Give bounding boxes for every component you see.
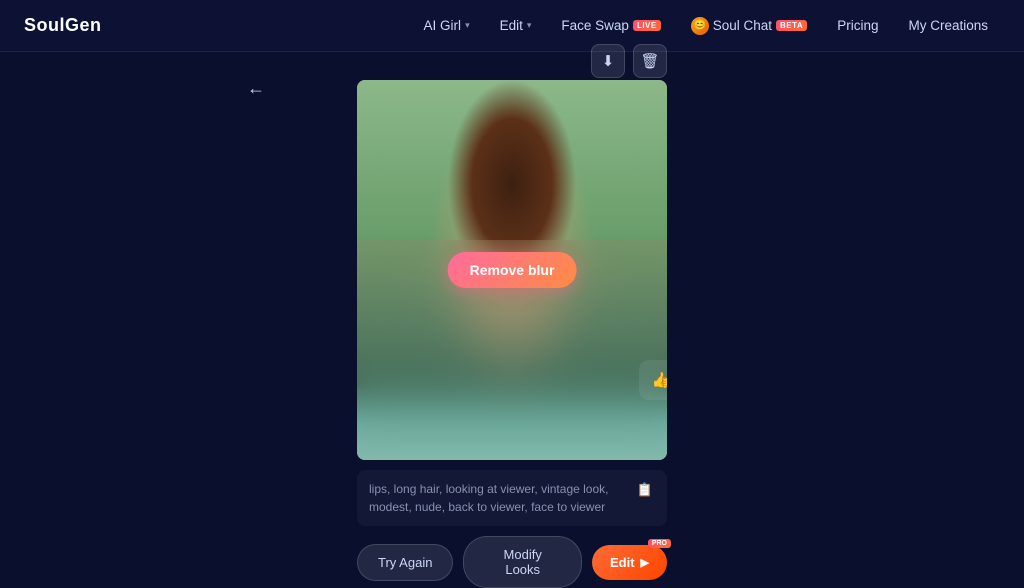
- remove-blur-button[interactable]: Remove blur: [448, 252, 577, 288]
- image-card: ⬇ 🗑 Remove blur 👍 👎: [357, 80, 667, 588]
- nav-item-my-creations[interactable]: My Creations: [896, 12, 1000, 39]
- nav-label-ai-girl: AI Girl: [424, 18, 462, 33]
- nav-items: AI Girl ▾ Edit ▾ Face Swap LIVE 😊 Soul C…: [412, 11, 1000, 41]
- navbar: SoulGen AI Girl ▾ Edit ▾ Face Swap LIVE …: [0, 0, 1024, 52]
- edit-button[interactable]: Edit ▶: [592, 545, 667, 580]
- modify-looks-button[interactable]: Modify Looks: [463, 536, 582, 588]
- nav-item-edit[interactable]: Edit ▾: [488, 12, 544, 39]
- nav-item-soul-chat[interactable]: 😊 Soul Chat BETA: [679, 11, 819, 41]
- live-badge: LIVE: [633, 20, 661, 31]
- edit-label: Edit: [610, 555, 635, 570]
- thumbs-up-icon: 👍: [652, 371, 667, 389]
- caption-text: lips, long hair, looking at viewer, vint…: [369, 480, 627, 516]
- content-wrapper: ⬇ 🗑 Remove blur 👍 👎: [357, 76, 667, 588]
- try-again-button[interactable]: Try Again: [357, 544, 453, 581]
- feedback-buttons: 👍 👎: [639, 360, 667, 400]
- nav-label-soul-chat: Soul Chat: [713, 18, 772, 33]
- thumbs-up-button[interactable]: 👍: [647, 366, 667, 394]
- edit-button-wrapper: Edit ▶ PRO: [592, 545, 667, 580]
- nav-item-pricing[interactable]: Pricing: [825, 12, 890, 39]
- nav-label-pricing: Pricing: [837, 18, 878, 33]
- nav-item-ai-girl[interactable]: AI Girl ▾: [412, 12, 482, 39]
- card-actions-top: ⬇ 🗑: [591, 44, 667, 78]
- soul-chat-icon: 😊: [691, 17, 709, 35]
- download-icon: ⬇: [602, 52, 615, 70]
- nav-label-my-creations: My Creations: [908, 18, 988, 33]
- logo: SoulGen: [24, 15, 102, 36]
- beta-badge: BETA: [776, 20, 807, 31]
- caption-area: lips, long hair, looking at viewer, vint…: [357, 470, 667, 526]
- download-button[interactable]: ⬇: [591, 44, 625, 78]
- nav-label-edit: Edit: [500, 18, 523, 33]
- delete-icon: 🗑: [640, 52, 659, 70]
- back-arrow-icon: ←: [247, 78, 265, 99]
- copy-button[interactable]: 📋: [635, 480, 655, 500]
- chevron-down-icon: ▾: [465, 20, 470, 31]
- back-button[interactable]: ←: [240, 72, 272, 104]
- generated-image: Remove blur 👍 👎: [357, 80, 667, 460]
- main-content: ← ⬇ 🗑 Remove blur: [0, 52, 1024, 576]
- nav-item-face-swap[interactable]: Face Swap LIVE: [549, 12, 672, 39]
- chevron-down-icon: ▾: [527, 20, 532, 31]
- bottom-actions: Try Again Modify Looks Edit ▶ PRO: [357, 536, 667, 588]
- nav-label-face-swap: Face Swap: [561, 18, 629, 33]
- edit-pro-badge: PRO: [648, 539, 671, 548]
- edit-arrow-icon: ▶: [641, 556, 649, 569]
- delete-button[interactable]: 🗑: [633, 44, 667, 78]
